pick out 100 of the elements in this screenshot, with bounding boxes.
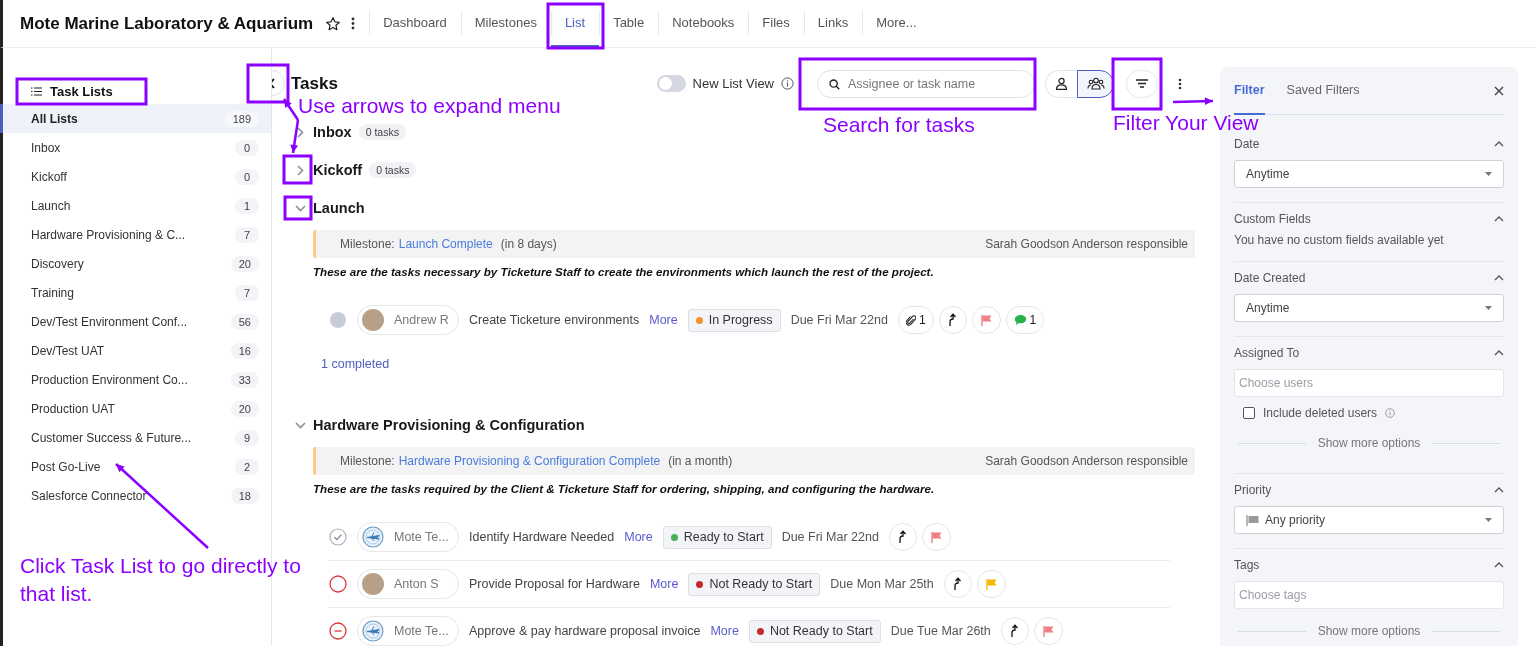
milestone-label: Milestone: xyxy=(340,237,395,251)
sidebar-item[interactable]: Dev/Test UAT 16 xyxy=(0,336,271,365)
task-title[interactable]: Provide Proposal for Hardware xyxy=(469,577,640,591)
sidebar-item[interactable]: All Lists 189 xyxy=(0,104,271,133)
sidebar-item[interactable]: Post Go-Live 2 xyxy=(0,452,271,481)
task-list-title[interactable]: Hardware Provisioning & Configuration xyxy=(313,417,585,433)
task-list-title[interactable]: Kickoff xyxy=(313,162,363,178)
completed-link[interactable]: 1 completed xyxy=(321,355,1220,373)
chevron-down-icon[interactable] xyxy=(295,421,306,429)
status-badge[interactable]: Ready to Start xyxy=(662,525,772,549)
milestone-link[interactable]: Launch Complete xyxy=(398,237,493,251)
group-view-button[interactable] xyxy=(1077,69,1114,98)
info-icon[interactable] xyxy=(781,77,794,90)
arrow-up-icon xyxy=(953,577,963,591)
filter-section-title: Assigned To xyxy=(1234,346,1300,360)
dropdown-caret-icon xyxy=(1485,518,1492,522)
attachment-count[interactable]: 1 xyxy=(897,306,934,334)
count-badge: 189 xyxy=(224,110,259,127)
dependency-button[interactable] xyxy=(1000,617,1029,645)
dropdown-caret-icon xyxy=(1485,306,1492,310)
more-link[interactable]: More xyxy=(710,624,739,638)
priority-select[interactable]: Any priority xyxy=(1234,506,1504,534)
task-title[interactable]: Identify Hardware Needed xyxy=(469,530,615,544)
sidebar-item[interactable]: Hardware Provisioning & C... 7 xyxy=(0,220,271,249)
dependency-button[interactable] xyxy=(938,306,967,334)
task-count-badge: 0 tasks xyxy=(369,162,417,178)
complete-checkbox[interactable] xyxy=(329,528,347,546)
annotation-text: Click Task List to go directly to that list. xyxy=(20,553,302,607)
sidebar-item[interactable]: Salesforce Connector 18 xyxy=(0,481,271,510)
users-field[interactable]: Choose users xyxy=(1234,369,1504,397)
count-badge: 2 xyxy=(235,458,259,475)
chevron-up-icon[interactable] xyxy=(1494,275,1504,281)
filter-tab[interactable]: Filter xyxy=(1234,67,1265,115)
highlight-frame xyxy=(282,154,313,185)
chevron-up-icon[interactable] xyxy=(1494,487,1504,493)
task-count-badge: 0 tasks xyxy=(358,124,406,140)
dependency-button[interactable] xyxy=(943,570,972,598)
chevron-right-icon[interactable] xyxy=(295,126,306,138)
search-field[interactable]: Assignee or task name xyxy=(817,69,1035,98)
sidebar-item[interactable]: Production UAT 20 xyxy=(0,394,271,423)
more-icon[interactable] xyxy=(1178,77,1182,90)
project-title: Mote Marine Laboratory & Aquarium xyxy=(20,13,314,34)
milestone-due: (in 8 days) xyxy=(500,237,557,251)
count-badge: 20 xyxy=(230,255,259,272)
status-badge[interactable]: Not Ready to Start xyxy=(748,619,881,643)
sidebar-item[interactable]: Dev/Test Environment Conf... 56 xyxy=(0,307,271,336)
sidebar-item[interactable]: Training 7 xyxy=(0,278,271,307)
filter-button[interactable] xyxy=(1126,69,1158,98)
date-select[interactable]: Anytime xyxy=(1234,160,1504,188)
person-view-button[interactable] xyxy=(1045,69,1077,98)
chevron-up-icon[interactable] xyxy=(1494,350,1504,356)
chevron-down-icon[interactable] xyxy=(295,204,306,212)
task-list-title[interactable]: Inbox xyxy=(313,124,352,140)
more-link[interactable]: More xyxy=(649,577,679,591)
complete-checkbox[interactable] xyxy=(329,622,347,640)
tags-field[interactable]: Choose tags xyxy=(1234,581,1504,609)
sidebar-item[interactable]: Customer Success & Future... 9 xyxy=(0,423,271,452)
page-title: Tasks xyxy=(291,73,338,94)
due-date: Due Fri Mar 22nd xyxy=(781,530,879,544)
sidebar-item[interactable]: Production Environment Co... 33 xyxy=(0,365,271,394)
sidebar-item[interactable]: Discovery 20 xyxy=(0,249,271,278)
more-icon[interactable] xyxy=(351,17,356,30)
task-title[interactable]: Approve & pay hardware proposal invoice xyxy=(469,624,701,638)
show-more-options[interactable]: Show more options xyxy=(1234,623,1504,639)
filter-section-title: Tags xyxy=(1234,558,1260,572)
more-link[interactable]: More xyxy=(649,313,678,327)
dependency-button[interactable] xyxy=(888,523,917,551)
close-icon[interactable] xyxy=(1494,85,1504,96)
count-badge: 56 xyxy=(230,313,259,330)
chevron-up-icon[interactable] xyxy=(1494,216,1504,222)
toggle-label: New List View xyxy=(692,76,774,91)
milestone-due: (in a month) xyxy=(668,454,733,468)
sidebar-item[interactable]: Inbox 0 xyxy=(0,133,271,162)
complete-checkbox[interactable] xyxy=(329,575,347,593)
due-date: Due Mon Mar 25th xyxy=(830,577,934,591)
new-list-view-toggle[interactable] xyxy=(656,75,686,92)
status-badge[interactable]: In Progress xyxy=(687,308,781,332)
sidebar-item[interactable]: Launch 1 xyxy=(0,191,271,220)
filter-section-title: Priority xyxy=(1234,483,1272,497)
task-list-title[interactable]: Launch xyxy=(313,200,365,216)
highlight-frame xyxy=(283,195,313,221)
chevron-right-icon[interactable] xyxy=(295,164,306,176)
more-link[interactable]: More xyxy=(624,530,653,544)
sidebar-item[interactable]: Kickoff 0 xyxy=(0,162,271,191)
date-select[interactable]: Anytime xyxy=(1234,294,1504,322)
task-title[interactable]: Create Ticketure environments xyxy=(469,313,640,327)
milestone-link[interactable]: Hardware Provisioning & Configuration Complete xyxy=(398,454,661,468)
search-icon xyxy=(829,78,840,90)
flag-icon xyxy=(1246,514,1259,526)
count-badge: 9 xyxy=(235,429,259,446)
chevron-up-icon[interactable] xyxy=(1494,141,1504,147)
people-icon xyxy=(1086,77,1105,90)
show-more-options[interactable]: Show more options xyxy=(1234,435,1504,451)
arrow-up-icon xyxy=(948,313,958,327)
checkbox[interactable] xyxy=(1243,407,1255,419)
chevron-up-icon[interactable] xyxy=(1494,562,1504,568)
star-icon[interactable] xyxy=(325,15,342,32)
comment-count[interactable]: 1 xyxy=(1005,306,1045,334)
filter-tab[interactable]: Saved Filters xyxy=(1286,67,1360,115)
status-badge[interactable]: Not Ready to Start xyxy=(688,572,821,596)
